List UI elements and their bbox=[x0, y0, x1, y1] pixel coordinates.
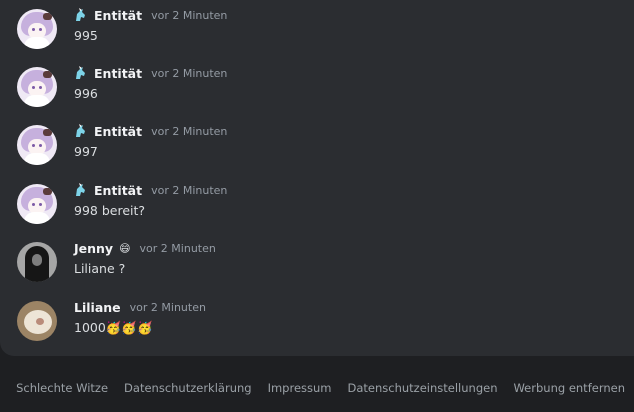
unicorn-icon bbox=[76, 183, 85, 196]
avatar[interactable] bbox=[17, 301, 57, 341]
unicorn-icon bbox=[76, 8, 85, 21]
footer-link-jokes[interactable]: Schlechte Witze bbox=[16, 381, 108, 395]
site-footer: Schlechte Witze Datenschutzerklärung Imp… bbox=[0, 356, 634, 412]
footer-link-remove-ads[interactable]: Werbung entfernen bbox=[513, 381, 625, 395]
footer-link-privacy-policy[interactable]: Datenschutzerklärung bbox=[124, 381, 252, 395]
chat-message: Liliane vor 2 Minuten 1000🥳🥳🥳 bbox=[0, 296, 634, 354]
message-timestamp: vor 2 Minuten bbox=[139, 241, 216, 255]
message-timestamp: vor 2 Minuten bbox=[151, 8, 228, 22]
author-name[interactable]: Jenny bbox=[74, 241, 113, 256]
chat-message: Jenny 😄 vor 2 Minuten Liliane ? bbox=[0, 237, 634, 295]
author-name[interactable]: Entität bbox=[94, 183, 142, 198]
unicorn-icon bbox=[76, 124, 85, 137]
author-name[interactable]: Entität bbox=[94, 66, 142, 81]
message-text: Liliane ? bbox=[74, 261, 126, 276]
author-name[interactable]: Entität bbox=[94, 124, 142, 139]
footer-link-privacy-settings[interactable]: Datenschutzeinstellungen bbox=[348, 381, 498, 395]
avatar[interactable] bbox=[17, 9, 57, 49]
unicorn-icon bbox=[76, 66, 85, 79]
footer-links: Schlechte Witze Datenschutzerklärung Imp… bbox=[16, 381, 625, 395]
message-timestamp: vor 2 Minuten bbox=[151, 66, 228, 80]
message-text: 998 bereit? bbox=[74, 203, 146, 218]
message-text: 997 bbox=[74, 144, 98, 159]
avatar[interactable] bbox=[17, 242, 57, 282]
message-text: 996 bbox=[74, 86, 98, 101]
avatar[interactable] bbox=[17, 67, 57, 107]
chat-panel: Entität vor 2 Minuten 995 Entität vor 2 … bbox=[0, 0, 634, 356]
chat-message: Entität vor 2 Minuten 998 bereit? bbox=[0, 179, 634, 237]
author-name[interactable]: Liliane bbox=[74, 300, 121, 315]
message-text: 995 bbox=[74, 28, 98, 43]
author-name[interactable]: Entität bbox=[94, 8, 142, 23]
chat-message: Entität vor 2 Minuten 995 bbox=[0, 4, 634, 62]
message-timestamp: vor 2 Minuten bbox=[151, 183, 228, 197]
avatar[interactable] bbox=[17, 125, 57, 165]
status-emoji: 😄 bbox=[119, 241, 131, 255]
avatar[interactable] bbox=[17, 184, 57, 224]
message-text: 1000🥳🥳🥳 bbox=[74, 320, 153, 335]
message-timestamp: vor 2 Minuten bbox=[151, 124, 228, 138]
footer-link-imprint[interactable]: Impressum bbox=[268, 381, 332, 395]
chat-message: Entität vor 2 Minuten 996 bbox=[0, 62, 634, 120]
chat-message: Entität vor 2 Minuten 997 bbox=[0, 120, 634, 178]
message-timestamp: vor 2 Minuten bbox=[129, 300, 206, 314]
